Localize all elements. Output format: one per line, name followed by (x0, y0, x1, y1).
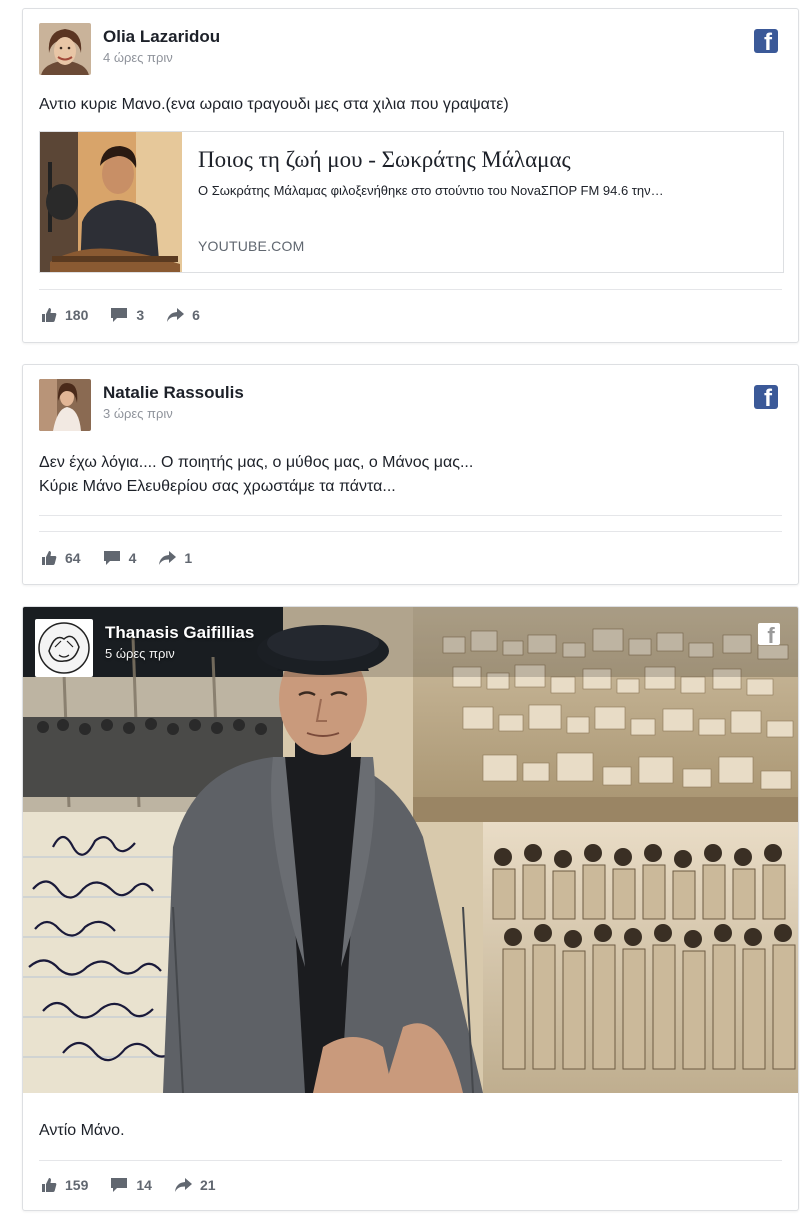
author-name[interactable]: Thanasis Gaifillias (105, 623, 254, 643)
post-stats: 159 14 21 (41, 1177, 238, 1193)
thumbs-up-icon (42, 551, 57, 565)
comment-count[interactable]: 3 (110, 307, 144, 323)
avatar[interactable] (39, 23, 91, 75)
divider (39, 515, 782, 516)
link-description: Ο Σωκράτης Μάλαμας φιλοξενήθηκε στο στού… (198, 183, 664, 198)
comment-icon (103, 551, 120, 565)
author-name[interactable]: Natalie Rassoulis (103, 383, 244, 403)
post-timestamp[interactable]: 3 ώρες πριν (103, 404, 244, 424)
like-count-value: 64 (65, 550, 81, 566)
avatar[interactable] (39, 379, 91, 431)
link-thumbnail[interactable] (40, 132, 182, 272)
post-card-thanasis: Thanasis Gaifillias 5 ώρες πριν f Αντίο … (22, 606, 799, 1211)
post-text: Δεν έχω λόγια.... Ο ποιητής μας, ο μύθος… (39, 451, 473, 499)
like-count-value: 159 (65, 1177, 89, 1193)
post-timestamp[interactable]: 5 ώρες πριν (105, 644, 254, 664)
share-count-value: 1 (184, 550, 193, 566)
post-timestamp[interactable]: 4 ώρες πριν (103, 48, 220, 68)
facebook-logo-icon[interactable]: f (754, 29, 778, 53)
post-text-line: Δεν έχω λόγια.... Ο ποιητής μας, ο μύθος… (39, 454, 474, 471)
divider (39, 289, 782, 290)
share-count-value: 6 (192, 307, 200, 323)
like-count-value: 180 (65, 307, 89, 323)
comment-icon (111, 308, 128, 322)
comment-count[interactable]: 14 (110, 1177, 152, 1193)
like-count[interactable]: 180 (41, 307, 88, 323)
post-stats: 180 3 6 (41, 307, 222, 323)
link-preview-card[interactable]: Ποιος τη ζωή μου - Σωκράτης Μάλαμας Ο Σω… (39, 131, 784, 273)
like-count[interactable]: 64 (41, 550, 81, 566)
post-header: Olia Lazaridou 4 ώρες πριν (39, 23, 220, 77)
share-count[interactable]: 1 (158, 550, 192, 566)
post-card-natalie: Natalie Rassoulis 3 ώρες πριν f Δεν έχω … (22, 364, 799, 585)
link-domain: YOUTUBE.COM (198, 238, 305, 254)
author-name[interactable]: Olia Lazaridou (103, 27, 220, 47)
post-text: Αντίο Μάνο. (39, 1122, 125, 1139)
post-text: Αντιο κυριε Μανο.(ενα ωραιο τραγουδι μες… (39, 96, 509, 113)
share-count-value: 21 (199, 1177, 216, 1193)
share-arrow-icon (167, 308, 185, 322)
share-arrow-icon (174, 1178, 192, 1192)
avatar[interactable] (35, 619, 93, 677)
post-card-olia: Olia Lazaridou 4 ώρες πριν f Αντιο κυριε… (22, 8, 799, 343)
post-header: Natalie Rassoulis 3 ώρες πριν (39, 379, 244, 433)
facebook-logo-icon[interactable]: f (754, 385, 778, 409)
post-stats: 64 4 1 (41, 550, 214, 566)
share-count[interactable]: 21 (174, 1177, 216, 1193)
thumbs-up-icon (42, 308, 57, 322)
comment-icon (111, 1178, 128, 1192)
facebook-logo-icon[interactable]: f (758, 623, 780, 645)
comment-count-value: 3 (136, 307, 145, 323)
link-title[interactable]: Ποιος τη ζωή μου - Σωκράτης Μάλαμας (198, 146, 767, 174)
share-arrow-icon (159, 551, 177, 565)
post-image[interactable] (23, 607, 798, 1093)
comment-count-value: 4 (128, 550, 137, 566)
post-header: Thanasis Gaifillias 5 ώρες πριν (35, 619, 254, 677)
share-count[interactable]: 6 (166, 307, 200, 323)
like-count[interactable]: 159 (41, 1177, 88, 1193)
comment-count[interactable]: 4 (103, 550, 137, 566)
post-text-line: Κύριε Μάνο Ελευθερίου σας χρωστάμε τα πά… (39, 478, 396, 495)
comment-count-value: 14 (136, 1177, 152, 1193)
divider (39, 531, 782, 532)
divider (39, 1160, 782, 1161)
thumbs-up-icon (42, 1178, 57, 1192)
